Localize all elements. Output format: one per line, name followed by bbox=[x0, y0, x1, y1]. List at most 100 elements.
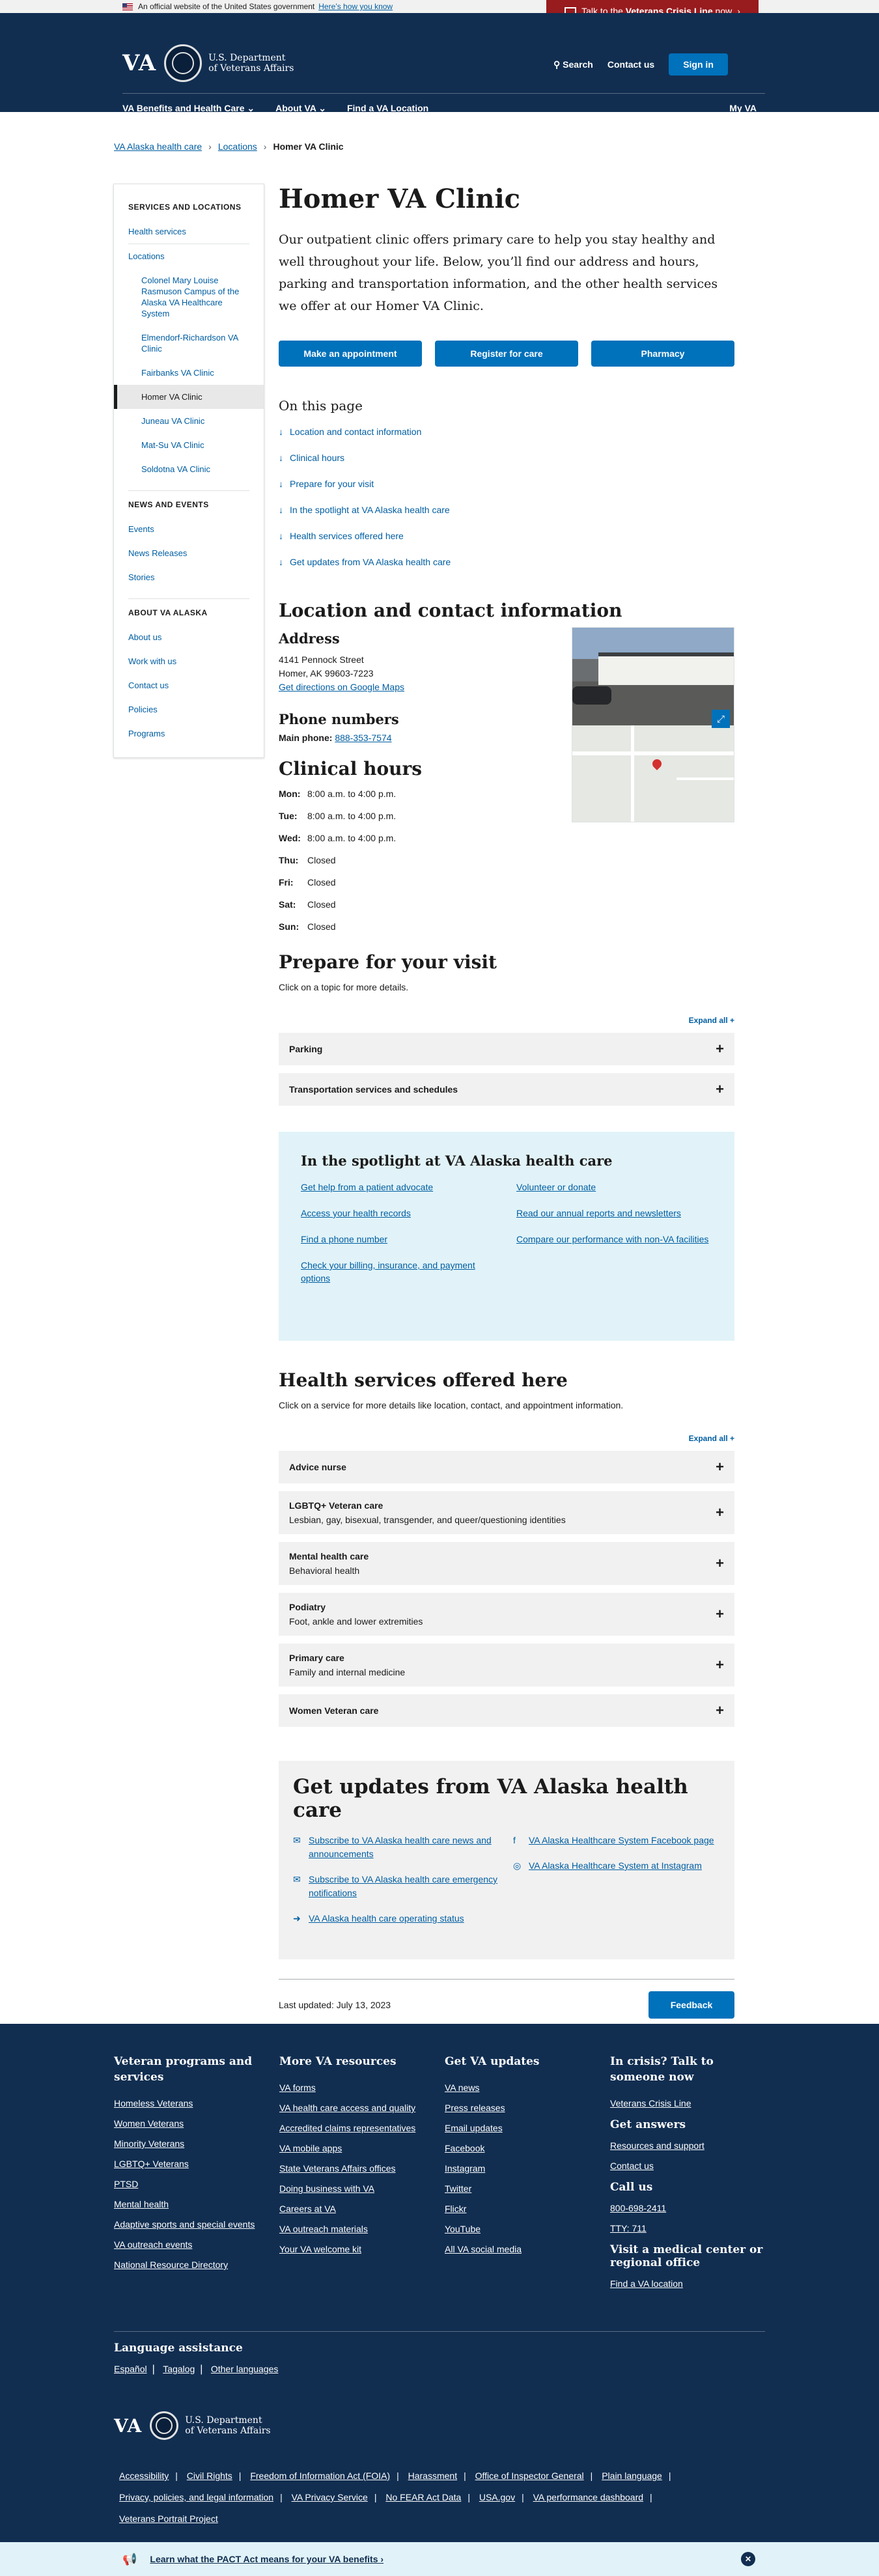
footer-link[interactable]: Doing business with VA bbox=[279, 2183, 445, 2194]
sidebar-item-events[interactable]: Events bbox=[114, 517, 264, 541]
footer-legal-link[interactable]: Plain language bbox=[602, 2471, 662, 2481]
accordion-item[interactable]: Transportation services and schedules + bbox=[279, 1073, 734, 1106]
va-logo[interactable]: VA U.S. Department of Veterans Affairs bbox=[122, 44, 294, 82]
sidebar-item-stories[interactable]: Stories bbox=[114, 565, 264, 589]
sidebar-item-location[interactable]: Juneau VA Clinic bbox=[114, 409, 264, 433]
footer-link[interactable]: VA outreach materials bbox=[279, 2224, 445, 2234]
sidebar-item-work-with-us[interactable]: Work with us bbox=[114, 649, 264, 673]
spotlight-link[interactable]: Find a phone number bbox=[301, 1233, 497, 1246]
sidebar-item-location[interactable]: Colonel Mary Louise Rasmuson Campus of t… bbox=[114, 268, 264, 326]
footer-legal-link[interactable]: VA performance dashboard bbox=[533, 2492, 643, 2502]
sidebar-item-programs[interactable]: Programs bbox=[114, 721, 264, 746]
footer-legal-link[interactable]: Privacy, policies, and legal information bbox=[119, 2492, 273, 2502]
footer-link[interactable]: Women Veterans bbox=[114, 2118, 279, 2129]
sidebar-item-location[interactable]: Fairbanks VA Clinic bbox=[114, 361, 264, 385]
instagram-link[interactable]: VA Alaska Healthcare System at Instagram bbox=[529, 1859, 702, 1873]
heres-how-you-know-link[interactable]: Here’s how you know bbox=[318, 2, 393, 11]
footer-link[interactable]: Flickr bbox=[445, 2204, 610, 2214]
jump-link[interactable]: In the spotlight at VA Alaska health car… bbox=[290, 505, 450, 515]
expand-all-button[interactable]: Expand all + bbox=[279, 1016, 734, 1025]
footer-tty-link[interactable]: TTY: 711 bbox=[610, 2223, 766, 2233]
footer-phone-link[interactable]: 800-698-2411 bbox=[610, 2203, 766, 2213]
footer-link[interactable]: Minority Veterans bbox=[114, 2138, 279, 2149]
sidebar-item-policies[interactable]: Policies bbox=[114, 697, 264, 721]
spotlight-link[interactable]: Volunteer or donate bbox=[516, 1181, 712, 1194]
footer-link[interactable]: Resources and support bbox=[610, 2140, 766, 2151]
footer-link[interactable]: VA outreach events bbox=[114, 2239, 279, 2250]
nav-about-va[interactable]: About VA ⌄ bbox=[275, 103, 326, 114]
expand-all-button[interactable]: Expand all + bbox=[279, 1434, 734, 1443]
footer-link[interactable]: Adaptive sports and special events bbox=[114, 2219, 279, 2230]
sidebar-item-location-current[interactable]: Homer VA Clinic bbox=[114, 385, 264, 409]
operating-status-link[interactable]: VA Alaska health care operating status bbox=[309, 1912, 464, 1925]
nav-benefits-health-care[interactable]: VA Benefits and Health Care ⌄ bbox=[122, 103, 255, 114]
facebook-link[interactable]: VA Alaska Healthcare System Facebook pag… bbox=[529, 1834, 714, 1847]
footer-link[interactable]: Find a VA location bbox=[610, 2278, 766, 2289]
register-for-care-button[interactable]: Register for care bbox=[435, 341, 578, 367]
footer-link[interactable]: LGBTQ+ Veterans bbox=[114, 2159, 279, 2169]
footer-link[interactable]: Your VA welcome kit bbox=[279, 2244, 445, 2254]
nav-my-va[interactable]: My VA bbox=[729, 103, 757, 114]
sidebar-item-news-releases[interactable]: News Releases bbox=[114, 541, 264, 565]
footer-link[interactable]: Careers at VA bbox=[279, 2204, 445, 2214]
sidebar-item-location[interactable]: Soldotna VA Clinic bbox=[114, 457, 264, 481]
jump-link[interactable]: Get updates from VA Alaska health care bbox=[290, 557, 451, 567]
footer-link[interactable]: Press releases bbox=[445, 2103, 610, 2113]
spotlight-link[interactable]: Read our annual reports and newsletters bbox=[516, 1207, 712, 1220]
jump-link[interactable]: Health services offered here bbox=[290, 531, 404, 541]
spotlight-link[interactable]: Access your health records bbox=[301, 1207, 497, 1220]
footer-legal-link[interactable]: Accessibility bbox=[119, 2471, 169, 2481]
footer-link[interactable]: Instagram bbox=[445, 2163, 610, 2174]
footer-link[interactable]: YouTube bbox=[445, 2224, 610, 2234]
footer-link[interactable]: VA forms bbox=[279, 2082, 445, 2093]
footer-legal-link[interactable]: VA Privacy Service bbox=[292, 2492, 368, 2502]
directions-link[interactable]: Get directions on Google Maps bbox=[279, 682, 404, 692]
jump-link[interactable]: Location and contact information bbox=[290, 427, 421, 437]
jump-link[interactable]: Clinical hours bbox=[290, 453, 344, 463]
service-accordion[interactable]: Women Veteran care + bbox=[279, 1694, 734, 1727]
spotlight-link[interactable]: Check your billing, insurance, and payme… bbox=[301, 1259, 497, 1285]
sidebar-item-health-services[interactable]: Health services bbox=[114, 219, 264, 244]
footer-link[interactable]: Contact us bbox=[610, 2161, 766, 2171]
location-map[interactable] bbox=[572, 725, 734, 822]
nav-find-location[interactable]: Find a VA Location bbox=[347, 103, 428, 114]
footer-legal-link[interactable]: Office of Inspector General bbox=[475, 2471, 584, 2481]
footer-link[interactable]: PTSD bbox=[114, 2179, 279, 2189]
contact-us-link[interactable]: Contact us bbox=[607, 59, 654, 70]
footer-legal-link[interactable]: Freedom of Information Act (FOIA) bbox=[250, 2471, 390, 2481]
language-link[interactable]: Español bbox=[114, 2364, 147, 2374]
footer-legal-link[interactable]: Veterans Portrait Project bbox=[119, 2513, 218, 2524]
sidebar-item-contact-us[interactable]: Contact us bbox=[114, 673, 264, 697]
service-accordion[interactable]: Podiatry Foot, ankle and lower extremitie… bbox=[279, 1593, 734, 1636]
search-button[interactable]: ⚲ Search bbox=[553, 59, 593, 70]
footer-legal-link[interactable]: Harassment bbox=[408, 2471, 457, 2481]
footer-link[interactable]: VA mobile apps bbox=[279, 2143, 445, 2153]
footer-legal-link[interactable]: Civil Rights bbox=[187, 2471, 232, 2481]
pact-act-link[interactable]: Learn what the PACT Act means for your V… bbox=[150, 2554, 384, 2564]
expand-icon[interactable]: ⤢ bbox=[712, 710, 730, 728]
subscribe-news-link[interactable]: Subscribe to VA Alaska health care news … bbox=[309, 1834, 500, 1861]
footer-link[interactable]: Facebook bbox=[445, 2143, 610, 2153]
service-accordion[interactable]: LGBTQ+ Veteran care Lesbian, gay, bisexua… bbox=[279, 1491, 734, 1534]
close-icon[interactable]: ✕ bbox=[741, 2552, 755, 2566]
service-accordion[interactable]: Mental health care Behavioral health + bbox=[279, 1542, 734, 1585]
accordion-item[interactable]: Parking + bbox=[279, 1033, 734, 1065]
sidebar-item-location[interactable]: Elmendorf-Richardson VA Clinic bbox=[114, 326, 264, 361]
sidebar-item-about-us[interactable]: About us bbox=[114, 625, 264, 649]
make-appointment-button[interactable]: Make an appointment bbox=[279, 341, 422, 367]
breadcrumb-locations[interactable]: Locations bbox=[218, 141, 257, 152]
footer-link[interactable]: State Veterans Affairs offices bbox=[279, 2163, 445, 2174]
sidebar-item-locations[interactable]: Locations bbox=[114, 244, 264, 268]
jump-link[interactable]: Prepare for your visit bbox=[290, 479, 374, 489]
footer-crisis-link[interactable]: Veterans Crisis Line bbox=[610, 2098, 766, 2108]
footer-link[interactable]: VA health care access and quality bbox=[279, 2103, 445, 2113]
service-accordion[interactable]: Advice nurse + bbox=[279, 1451, 734, 1483]
footer-link[interactable]: Email updates bbox=[445, 2123, 610, 2133]
pharmacy-button[interactable]: Pharmacy bbox=[591, 341, 734, 367]
breadcrumb-alaska[interactable]: VA Alaska health care bbox=[114, 141, 202, 152]
footer-link[interactable]: National Resource Directory bbox=[114, 2260, 279, 2270]
footer-va-logo[interactable]: VA U.S. Department of Veterans Affairs bbox=[114, 2411, 271, 2440]
language-link[interactable]: Other languages bbox=[211, 2364, 279, 2374]
language-link[interactable]: Tagalog bbox=[163, 2364, 195, 2374]
service-accordion[interactable]: Primary care Family and internal medicine… bbox=[279, 1644, 734, 1687]
